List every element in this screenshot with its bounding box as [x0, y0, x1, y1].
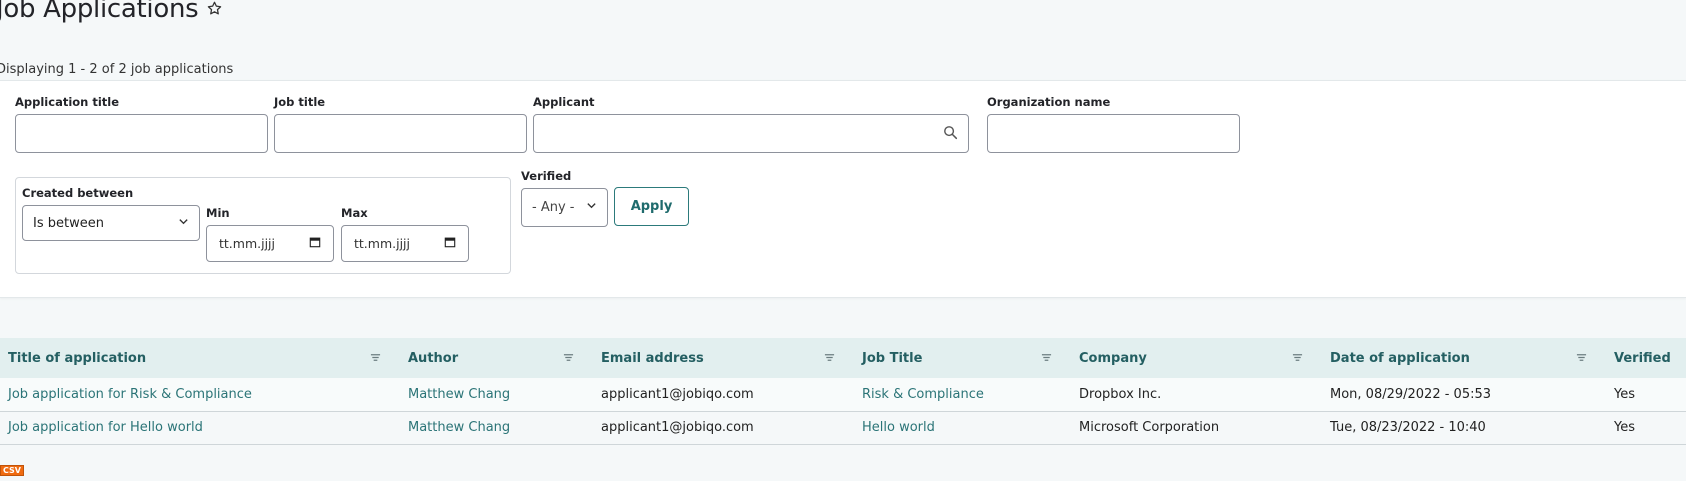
column-header-author[interactable]: Author	[400, 338, 593, 378]
calendar-icon[interactable]	[444, 236, 456, 251]
created-max-field: Max tt.mm.jjjj	[341, 206, 469, 262]
cell-email: applicant1@jobiqo.com	[593, 411, 854, 445]
author-link[interactable]: Matthew Chang	[408, 387, 510, 402]
cell-date: Tue, 08/23/2022 - 10:40	[1322, 411, 1606, 445]
created-between-operator-field: Created between Is between	[22, 186, 200, 241]
job-title-filter: Job title	[274, 95, 527, 153]
cell-author: Matthew Chang	[400, 378, 593, 412]
column-header-label: Author	[408, 350, 459, 366]
job-title-link[interactable]: Risk & Compliance	[862, 387, 984, 402]
sort-icon[interactable]	[370, 352, 382, 364]
job-title-label: Job title	[274, 95, 326, 109]
verified-select-value: - Any -	[532, 200, 575, 215]
column-header-label: Date of application	[1330, 350, 1470, 366]
chevron-down-icon	[586, 200, 597, 215]
cell-title: Job application for Risk & Compliance	[0, 378, 400, 412]
table-header-row: Title of application Author Email addres…	[0, 338, 1686, 378]
applicant-filter: Applicant	[533, 95, 969, 153]
application-title-link[interactable]: Job application for Risk & Compliance	[8, 387, 252, 402]
sort-icon[interactable]	[1292, 352, 1304, 364]
created-between-label: Created between	[22, 186, 134, 200]
created-between-operator-value: Is between	[33, 215, 104, 231]
sort-icon[interactable]	[824, 352, 836, 364]
job-title-link[interactable]: Hello world	[862, 420, 935, 435]
cell-company: Microsoft Corporation	[1071, 411, 1322, 445]
sort-icon[interactable]	[1041, 352, 1053, 364]
cell-date: Mon, 08/29/2022 - 05:53	[1322, 378, 1606, 412]
column-header-date[interactable]: Date of application	[1322, 338, 1606, 378]
sort-icon[interactable]	[563, 352, 575, 364]
results-summary: Displaying 1 - 2 of 2 job applications	[0, 62, 234, 77]
filter-panel: Application title Job title Applicant Or…	[0, 80, 1686, 298]
application-title-link[interactable]: Job application for Hello world	[8, 420, 203, 435]
organization-name-label: Organization name	[987, 95, 1111, 109]
created-between-operator-select[interactable]: Is between	[22, 205, 200, 241]
created-min-date-input[interactable]: tt.mm.jjjj	[206, 225, 334, 262]
created-between-fieldset: Created between Is between Min tt.mm.jjj…	[15, 177, 511, 274]
cell-author: Matthew Chang	[400, 411, 593, 445]
page-title: Job Applications	[0, 0, 199, 24]
job-title-input[interactable]	[274, 114, 527, 153]
cell-job-title: Hello world	[854, 411, 1071, 445]
column-header-email[interactable]: Email address	[593, 338, 854, 378]
star-icon[interactable]	[206, 0, 224, 18]
search-icon	[943, 125, 959, 141]
applicant-input[interactable]	[533, 114, 969, 153]
created-min-placeholder: tt.mm.jjjj	[219, 236, 275, 251]
results-table: Title of application Author Email addres…	[0, 338, 1686, 445]
verified-select[interactable]: - Any -	[521, 188, 608, 227]
created-min-label: Min	[206, 206, 230, 220]
column-header-label: Title of application	[8, 350, 147, 366]
csv-export-button[interactable]: CSV	[0, 465, 24, 476]
cell-title: Job application for Hello world	[0, 411, 400, 445]
chevron-down-icon	[178, 216, 189, 231]
column-header-label: Verified	[1614, 350, 1671, 366]
column-header-company[interactable]: Company	[1071, 338, 1322, 378]
cell-company: Dropbox Inc.	[1071, 378, 1322, 412]
calendar-icon[interactable]	[309, 236, 321, 251]
created-max-placeholder: tt.mm.jjjj	[354, 236, 410, 251]
column-header-label: Email address	[601, 350, 704, 366]
author-link[interactable]: Matthew Chang	[408, 420, 510, 435]
table-row: Job application for Hello world Matthew …	[0, 411, 1686, 445]
column-header-verified[interactable]: Verified	[1606, 338, 1686, 378]
column-header-label: Company	[1079, 350, 1147, 366]
apply-button[interactable]: Apply	[614, 187, 689, 226]
verified-filter: Verified - Any -	[521, 169, 608, 227]
cell-email: applicant1@jobiqo.com	[593, 378, 854, 412]
cell-verified: Yes	[1606, 378, 1686, 412]
verified-label: Verified	[521, 169, 572, 183]
cell-verified: Yes	[1606, 411, 1686, 445]
organization-name-filter: Organization name	[987, 95, 1240, 153]
page-header: Job Applications	[0, 0, 224, 24]
application-title-label: Application title	[15, 95, 120, 109]
sort-icon[interactable]	[1576, 352, 1588, 364]
created-max-label: Max	[341, 206, 368, 220]
created-max-date-input[interactable]: tt.mm.jjjj	[341, 225, 469, 262]
table-row: Job application for Risk & Compliance Ma…	[0, 378, 1686, 412]
column-header-label: Job Title	[862, 350, 923, 366]
column-header-job-title[interactable]: Job Title	[854, 338, 1071, 378]
created-min-field: Min tt.mm.jjjj	[206, 206, 334, 262]
application-title-filter: Application title	[15, 95, 268, 153]
column-header-title[interactable]: Title of application	[0, 338, 400, 378]
applicant-label: Applicant	[533, 95, 595, 109]
organization-name-input[interactable]	[987, 114, 1240, 153]
application-title-input[interactable]	[15, 114, 268, 153]
cell-job-title: Risk & Compliance	[854, 378, 1071, 412]
